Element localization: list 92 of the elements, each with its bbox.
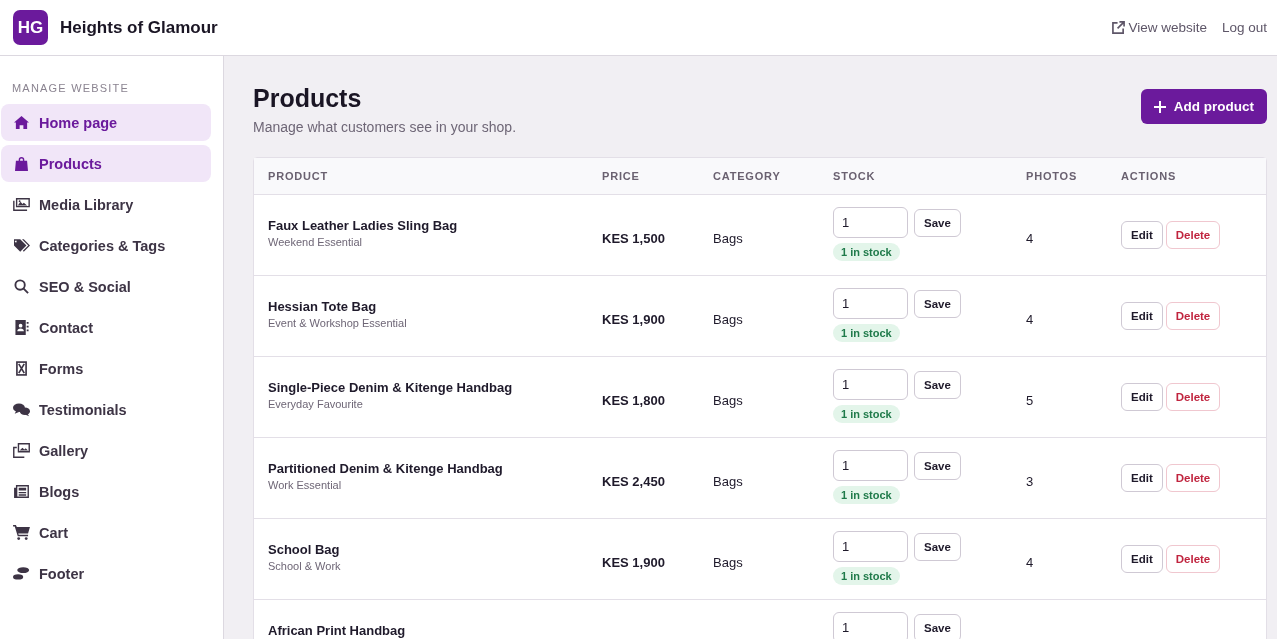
sidebar-item[interactable]: Gallery <box>1 432 211 469</box>
edit-button[interactable]: Edit <box>1121 545 1163 573</box>
delete-button[interactable]: Delete <box>1165 464 1221 492</box>
column-header: PHOTOS <box>1026 170 1079 182</box>
stock-input[interactable]: 1 <box>833 369 908 400</box>
sidebar-item[interactable]: Products <box>1 145 211 182</box>
sidebar-item[interactable]: SEO & Social <box>1 268 211 305</box>
stock-badge: 1 in stock <box>833 486 900 504</box>
contact-card-icon <box>13 320 30 335</box>
sidebar-item[interactable]: Media Library <box>1 186 211 223</box>
product-name: Hessian Tote Bag <box>268 299 378 314</box>
stock-input[interactable]: 1 <box>833 207 908 238</box>
edit-button[interactable]: Edit <box>1121 302 1163 330</box>
newspaper-icon <box>13 485 30 498</box>
delete-button[interactable]: Delete <box>1165 383 1221 411</box>
sidebar-item[interactable]: Home page <box>1 104 211 141</box>
photos-icon <box>13 443 30 458</box>
delete-button[interactable]: Delete <box>1165 545 1221 573</box>
photo-count: 4 <box>1026 231 1034 246</box>
stock-badge: 1 in stock <box>833 243 900 261</box>
edit-button[interactable]: Edit <box>1121 221 1163 249</box>
page-subtitle: Manage what customers see in your shop. <box>253 119 517 135</box>
product-price: KES 1,500 <box>602 231 665 246</box>
stock-badge: 1 in stock <box>833 324 900 342</box>
product-category: Bags <box>713 312 743 327</box>
footprints-icon <box>13 566 30 581</box>
view-website-link[interactable]: View website <box>1112 20 1207 35</box>
site-name: Heights of Glamour <box>60 17 218 38</box>
home-icon <box>13 115 30 130</box>
product-name: School Bag <box>268 542 341 557</box>
product-category: Bags <box>713 555 743 570</box>
save-button[interactable]: Save <box>914 370 961 399</box>
product-tagline: School & Work <box>268 560 342 572</box>
sidebar-item[interactable]: Contact <box>1 309 211 346</box>
save-button[interactable]: Save <box>914 289 961 318</box>
add-product-button[interactable]: Add product <box>1140 89 1267 124</box>
column-header: PRODUCT <box>268 170 329 182</box>
photo-count: 4 <box>1026 312 1034 327</box>
column-header: CATEGORY <box>713 170 782 182</box>
edit-button[interactable]: Edit <box>1121 383 1163 411</box>
images-icon <box>13 198 30 211</box>
product-name: Single-Piece Denim & Kitenge Handbag <box>268 380 514 395</box>
product-name: Partitioned Denim & Kitenge Handbag <box>268 461 504 476</box>
stock-badge: 1 in stock <box>833 567 900 585</box>
product-price: KES 1,900 <box>602 312 665 327</box>
page-title: Products <box>253 84 363 113</box>
external-link-icon <box>1112 21 1126 34</box>
chat-bubbles-icon <box>13 402 30 417</box>
product-price: KES 1,800 <box>602 393 665 408</box>
product-tagline: Weekend Essential <box>268 236 363 248</box>
product-tagline: Everyday Favourite <box>268 398 364 410</box>
photo-count: 4 <box>1026 555 1034 570</box>
sidebar-item[interactable]: Cart <box>1 514 211 551</box>
photo-count: 5 <box>1026 393 1034 408</box>
product-name: Faux Leather Ladies Sling Bag <box>268 218 459 233</box>
stock-badge: 1 in stock <box>833 405 900 423</box>
column-header: STOCK <box>833 170 877 182</box>
stock-input[interactable]: 1 <box>833 288 908 319</box>
cart-icon <box>13 525 30 540</box>
shopping-bag-icon <box>13 156 30 171</box>
logout-link[interactable]: Log out <box>1221 20 1267 35</box>
save-button[interactable]: Save <box>914 613 961 639</box>
product-category: Bags <box>713 393 743 408</box>
column-header: PRICE <box>602 170 641 182</box>
product-name: African Print Handbag <box>268 623 407 638</box>
sidebar-item[interactable]: Testimonials <box>1 391 211 428</box>
photo-count: 3 <box>1026 474 1034 489</box>
product-tagline: Event & Workshop Essential <box>268 317 408 329</box>
product-price: KES 1,900 <box>602 555 665 570</box>
product-price: KES 2,450 <box>602 474 665 489</box>
stock-input[interactable]: 1 <box>833 612 908 639</box>
save-button[interactable]: Save <box>914 208 961 237</box>
search-icon <box>13 279 30 294</box>
tags-icon <box>13 239 30 252</box>
sidebar-item[interactable]: Blogs <box>1 473 211 510</box>
delete-button[interactable]: Delete <box>1165 302 1221 330</box>
stock-input[interactable]: 1 <box>833 531 908 562</box>
product-tagline: Work Essential <box>268 479 343 491</box>
product-category: Bags <box>713 474 743 489</box>
delete-button[interactable]: Delete <box>1165 221 1221 249</box>
column-header: ACTIONS <box>1121 170 1178 182</box>
plus-icon <box>1153 100 1166 113</box>
logo-badge: HG <box>13 10 48 45</box>
edit-button[interactable]: Edit <box>1121 464 1163 492</box>
sidebar-heading: MANAGE WEBSITE <box>11 82 131 94</box>
stock-input[interactable]: 1 <box>833 450 908 481</box>
product-category: Bags <box>713 231 743 246</box>
sidebar-item[interactable]: Forms <box>1 350 211 387</box>
save-button[interactable]: Save <box>914 451 961 480</box>
sidebar-item[interactable]: Categories & Tags <box>1 227 211 264</box>
sidebar-item[interactable]: Footer <box>1 555 211 592</box>
save-button[interactable]: Save <box>914 532 961 561</box>
